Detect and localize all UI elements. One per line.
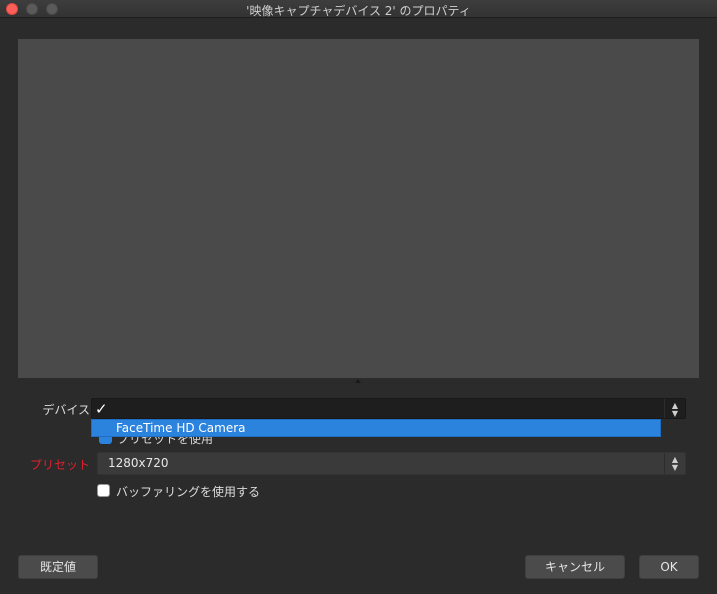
window-title: '映像キャプチャデバイス 2' のプロパティ — [246, 4, 471, 18]
use-preset-checkbox[interactable] — [99, 437, 112, 444]
preset-value: 1280x720 — [108, 456, 169, 470]
cancel-button[interactable]: キャンセル — [525, 555, 625, 579]
splitter-handle[interactable] — [355, 379, 361, 383]
buffering-checkbox[interactable] — [97, 484, 110, 497]
up-down-chevron-icon[interactable]: ▲ ▼ — [664, 399, 685, 418]
video-preview — [18, 39, 699, 378]
preset-select[interactable]: 1280x720 ▲ ▼ — [97, 452, 686, 475]
buffering-label: バッファリングを使用する — [116, 485, 261, 499]
device-label: デバイス — [42, 403, 90, 417]
checkmark-icon: ✓ — [95, 400, 108, 418]
device-select[interactable]: ✓ ▲ ▼ — [91, 398, 686, 419]
defaults-button[interactable]: 既定値 — [18, 555, 98, 579]
use-preset-label: プリセットを使用 — [117, 437, 214, 445]
device-dropdown-list[interactable]: FaceTime HD Camera — [91, 419, 661, 437]
ok-button[interactable]: OK — [639, 555, 699, 579]
preset-label: プリセット — [29, 458, 90, 472]
up-down-chevron-icon[interactable]: ▲ ▼ — [664, 453, 685, 474]
title-bar: '映像キャプチャデバイス 2' のプロパティ — [0, 0, 717, 18]
dropdown-item-facetime[interactable]: FaceTime HD Camera — [116, 421, 246, 435]
use-preset-checkbox-row[interactable]: プリセットを使用 — [97, 437, 297, 445]
